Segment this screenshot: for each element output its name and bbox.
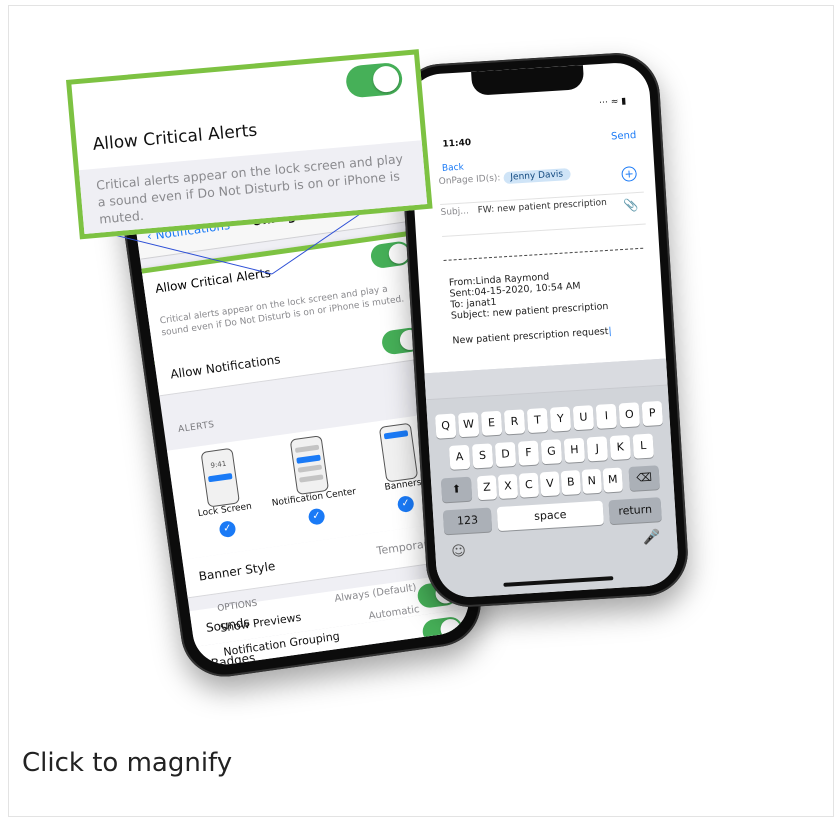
delete-icon: ⌫ (636, 470, 653, 485)
space-key[interactable]: space (496, 500, 604, 532)
key-p[interactable]: P (641, 400, 664, 427)
status-time: 11:40 (442, 138, 472, 150)
add-recipient-icon[interactable]: + (621, 166, 638, 182)
delete-key[interactable]: ⌫ (628, 465, 660, 491)
key-h[interactable]: H (563, 437, 586, 463)
forwarded-header: From:Linda Raymond Sent:04-15-2020, 10:5… (449, 268, 609, 322)
compose-phone: ⋯ ≈ ▮ 11:40 Send Back OnPage ID(s): Jenny… (395, 50, 691, 610)
alerts-section-header: ALERTS (177, 419, 216, 435)
attachment-icon[interactable]: 📎 (623, 198, 639, 213)
banners-preview (378, 422, 419, 483)
subject-label: Subj... (440, 206, 470, 219)
key-l[interactable]: L (632, 433, 654, 459)
body-request: New patient prescription request (452, 326, 609, 347)
critical-alerts-callout: Allow Critical Alerts Critical alerts ap… (66, 49, 433, 240)
badges-toggle[interactable] (421, 615, 465, 645)
notification-center-preview (289, 435, 330, 496)
key-g[interactable]: G (540, 439, 563, 465)
key-y[interactable]: Y (549, 406, 572, 432)
key-x[interactable]: X (497, 473, 519, 499)
alert-style-lock-screen[interactable]: 9:41 Lock Screen ✓ (172, 444, 273, 544)
critical-alerts-label: Allow Critical Alerts (154, 265, 272, 296)
forward-divider (443, 247, 644, 261)
show-previews-label: Show Previews (219, 610, 303, 635)
preview-line (294, 444, 320, 453)
lock-screen-preview-bar (207, 473, 233, 483)
key-t[interactable]: T (526, 407, 549, 434)
key-d[interactable]: D (494, 441, 517, 468)
recipient-chip[interactable]: Jenny Davis (503, 168, 571, 185)
key-a[interactable]: A (448, 444, 471, 470)
key-v[interactable]: V (539, 471, 561, 497)
compose-screen: ⋯ ≈ ▮ 11:40 Send Back OnPage ID(s): Jenny… (406, 61, 680, 599)
banner-style-label: Banner Style (197, 558, 277, 584)
back-button[interactable]: Back (442, 163, 464, 174)
key-c[interactable]: C (518, 472, 540, 498)
key-k[interactable]: K (609, 434, 632, 461)
key-s[interactable]: S (471, 443, 494, 469)
numbers-key[interactable]: 123 (442, 507, 493, 535)
magnify-caption[interactable]: Click to magnify (22, 748, 232, 778)
suggestion-bar (424, 358, 668, 401)
allow-notifications-label: Allow Notifications (169, 352, 282, 382)
key-q[interactable]: Q (434, 413, 457, 439)
status-icons: ⋯ ≈ ▮ (598, 96, 627, 109)
preview-line (297, 464, 323, 473)
return-key[interactable]: return (608, 497, 662, 525)
lock-screen-check-icon: ✓ (218, 520, 237, 539)
key-r[interactable]: R (503, 409, 526, 435)
text-cursor: | (608, 325, 612, 337)
key-m[interactable]: M (602, 467, 624, 493)
callout-critical-alerts-toggle[interactable] (344, 61, 404, 99)
message-body[interactable]: New patient prescription request| (452, 326, 612, 347)
key-u[interactable]: U (572, 405, 595, 431)
recipients-label: OnPage ID(s): (438, 173, 501, 188)
phone-notch (471, 65, 585, 96)
send-button[interactable]: Send (611, 130, 637, 143)
battery-icon: ▮ (620, 96, 627, 107)
key-f[interactable]: F (517, 440, 540, 466)
callout-title: Allow Critical Alerts (91, 120, 258, 155)
preview-line (299, 474, 324, 483)
lock-screen-preview-time: 9:41 (210, 459, 227, 470)
key-o[interactable]: O (618, 402, 641, 428)
alert-style-notification-center[interactable]: Notification Center ✓ (261, 431, 362, 531)
banners-check-icon: ✓ (396, 495, 415, 514)
wifi-icon: ≈ (610, 96, 619, 108)
key-e[interactable]: E (480, 410, 503, 436)
emoji-icon[interactable]: ☺ (451, 543, 467, 560)
lock-screen-preview: 9:41 (200, 447, 241, 508)
key-w[interactable]: W (457, 412, 480, 438)
key-z[interactable]: Z (476, 475, 498, 501)
notification-center-check-icon: ✓ (307, 507, 326, 526)
banners-preview-bar (383, 430, 409, 440)
shift-icon: ⬆ (451, 482, 462, 496)
preview-line (296, 454, 321, 464)
keyboard: QWERTYUIOP ASDFGHJKL ZXCVBNM ⬆ ⌫ 123 spa… (424, 358, 680, 599)
shift-key[interactable]: ⬆ (440, 476, 473, 503)
key-n[interactable]: N (581, 468, 603, 494)
microphone-icon[interactable]: 🎤 (642, 529, 660, 546)
key-i[interactable]: I (595, 403, 618, 429)
key-j[interactable]: J (586, 436, 609, 462)
key-b[interactable]: B (560, 470, 582, 496)
